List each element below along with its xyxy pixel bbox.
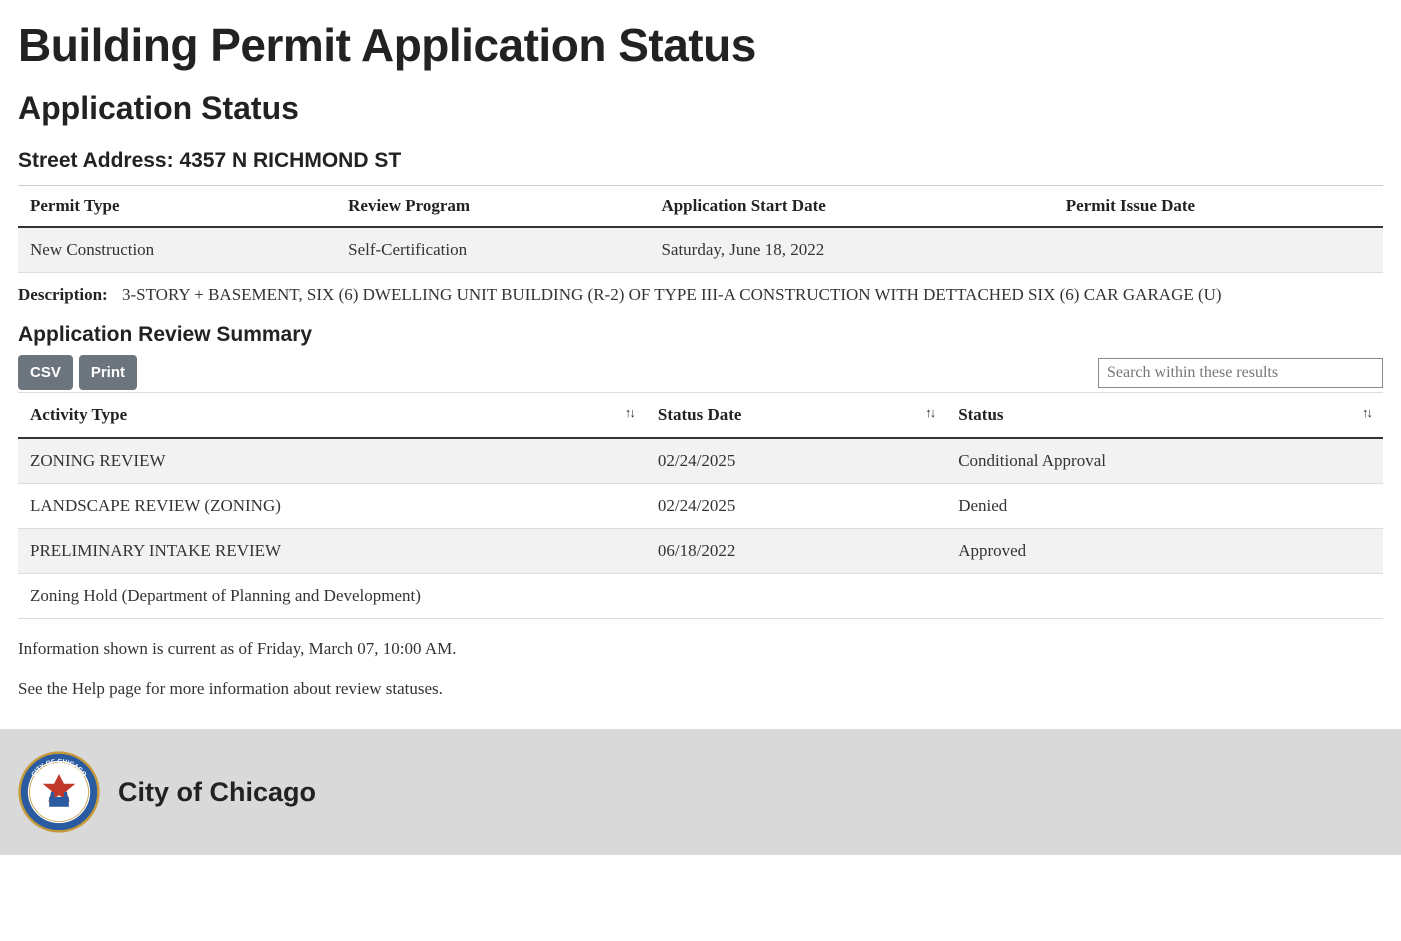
sort-icon: ↑↓ bbox=[625, 405, 634, 420]
permit-type: New Construction bbox=[18, 227, 336, 273]
csv-button[interactable]: CSV bbox=[18, 355, 73, 390]
status-date-cell: 02/24/2025 bbox=[646, 484, 946, 529]
permit-header-issue: Permit Issue Date bbox=[1054, 186, 1383, 228]
footer-text: City of Chicago bbox=[118, 777, 316, 808]
permit-header-program: Review Program bbox=[336, 186, 649, 228]
description-label: Description: bbox=[18, 285, 108, 304]
status-cell: Denied bbox=[946, 484, 1383, 529]
review-table: Activity Type ↑↓ Status Date ↑↓ Status ↑… bbox=[18, 392, 1383, 619]
footer: CITY OF CHICAGO INCORPORATED 4th MARCH 1… bbox=[0, 729, 1401, 855]
permit-issue-date bbox=[1054, 227, 1383, 273]
review-program: Self-Certification bbox=[336, 227, 649, 273]
review-header-date-label: Status Date bbox=[658, 405, 742, 424]
activity-type-cell: ZONING REVIEW bbox=[18, 438, 646, 484]
review-header-status[interactable]: Status ↑↓ bbox=[946, 393, 1383, 439]
review-row: PRELIMINARY INTAKE REVIEW 06/18/2022 App… bbox=[18, 529, 1383, 574]
sort-icon: ↑↓ bbox=[925, 405, 934, 420]
review-row: LANDSCAPE REVIEW (ZONING) 02/24/2025 Den… bbox=[18, 484, 1383, 529]
review-summary-heading: Application Review Summary bbox=[18, 323, 1383, 347]
review-header-date[interactable]: Status Date ↑↓ bbox=[646, 393, 946, 439]
address-value: 4357 N RICHMOND ST bbox=[179, 149, 401, 172]
print-button[interactable]: Print bbox=[79, 355, 137, 390]
permit-table: Permit Type Review Program Application S… bbox=[18, 185, 1383, 273]
review-header-activity-label: Activity Type bbox=[30, 405, 127, 424]
search-input[interactable] bbox=[1098, 358, 1383, 388]
info-help: See the Help page for more information a… bbox=[18, 679, 1383, 699]
subheading: Application Status bbox=[18, 90, 1383, 127]
city-seal-icon: CITY OF CHICAGO INCORPORATED 4th MARCH 1… bbox=[18, 751, 100, 833]
permit-header-start: Application Start Date bbox=[649, 186, 1053, 228]
review-header-activity[interactable]: Activity Type ↑↓ bbox=[18, 393, 646, 439]
status-cell: Conditional Approval bbox=[946, 438, 1383, 484]
permit-row: New Construction Self-Certification Satu… bbox=[18, 227, 1383, 273]
page-title: Building Permit Application Status bbox=[18, 18, 1383, 72]
status-date-cell: 02/24/2025 bbox=[646, 438, 946, 484]
review-header-status-label: Status bbox=[958, 405, 1003, 424]
info-current-as-of: Information shown is current as of Frida… bbox=[18, 639, 1383, 659]
status-cell: Approved bbox=[946, 529, 1383, 574]
review-row: ZONING REVIEW 02/24/2025 Conditional App… bbox=[18, 438, 1383, 484]
application-start-date: Saturday, June 18, 2022 bbox=[649, 227, 1053, 273]
toolbar: CSV Print bbox=[18, 355, 1383, 390]
description-value: 3-STORY + BASEMENT, SIX (6) DWELLING UNI… bbox=[122, 285, 1222, 304]
hold-row: Zoning Hold (Department of Planning and … bbox=[18, 574, 1383, 619]
status-date-cell: 06/18/2022 bbox=[646, 529, 946, 574]
activity-type-cell: LANDSCAPE REVIEW (ZONING) bbox=[18, 484, 646, 529]
description-row: Description: 3-STORY + BASEMENT, SIX (6)… bbox=[18, 283, 1383, 323]
hold-text: Zoning Hold (Department of Planning and … bbox=[18, 574, 1383, 619]
address-label: Street Address: bbox=[18, 149, 179, 172]
activity-type-cell: PRELIMINARY INTAKE REVIEW bbox=[18, 529, 646, 574]
permit-header-type: Permit Type bbox=[18, 186, 336, 228]
sort-icon: ↑↓ bbox=[1362, 405, 1371, 420]
street-address: Street Address: 4357 N RICHMOND ST bbox=[18, 149, 1383, 173]
